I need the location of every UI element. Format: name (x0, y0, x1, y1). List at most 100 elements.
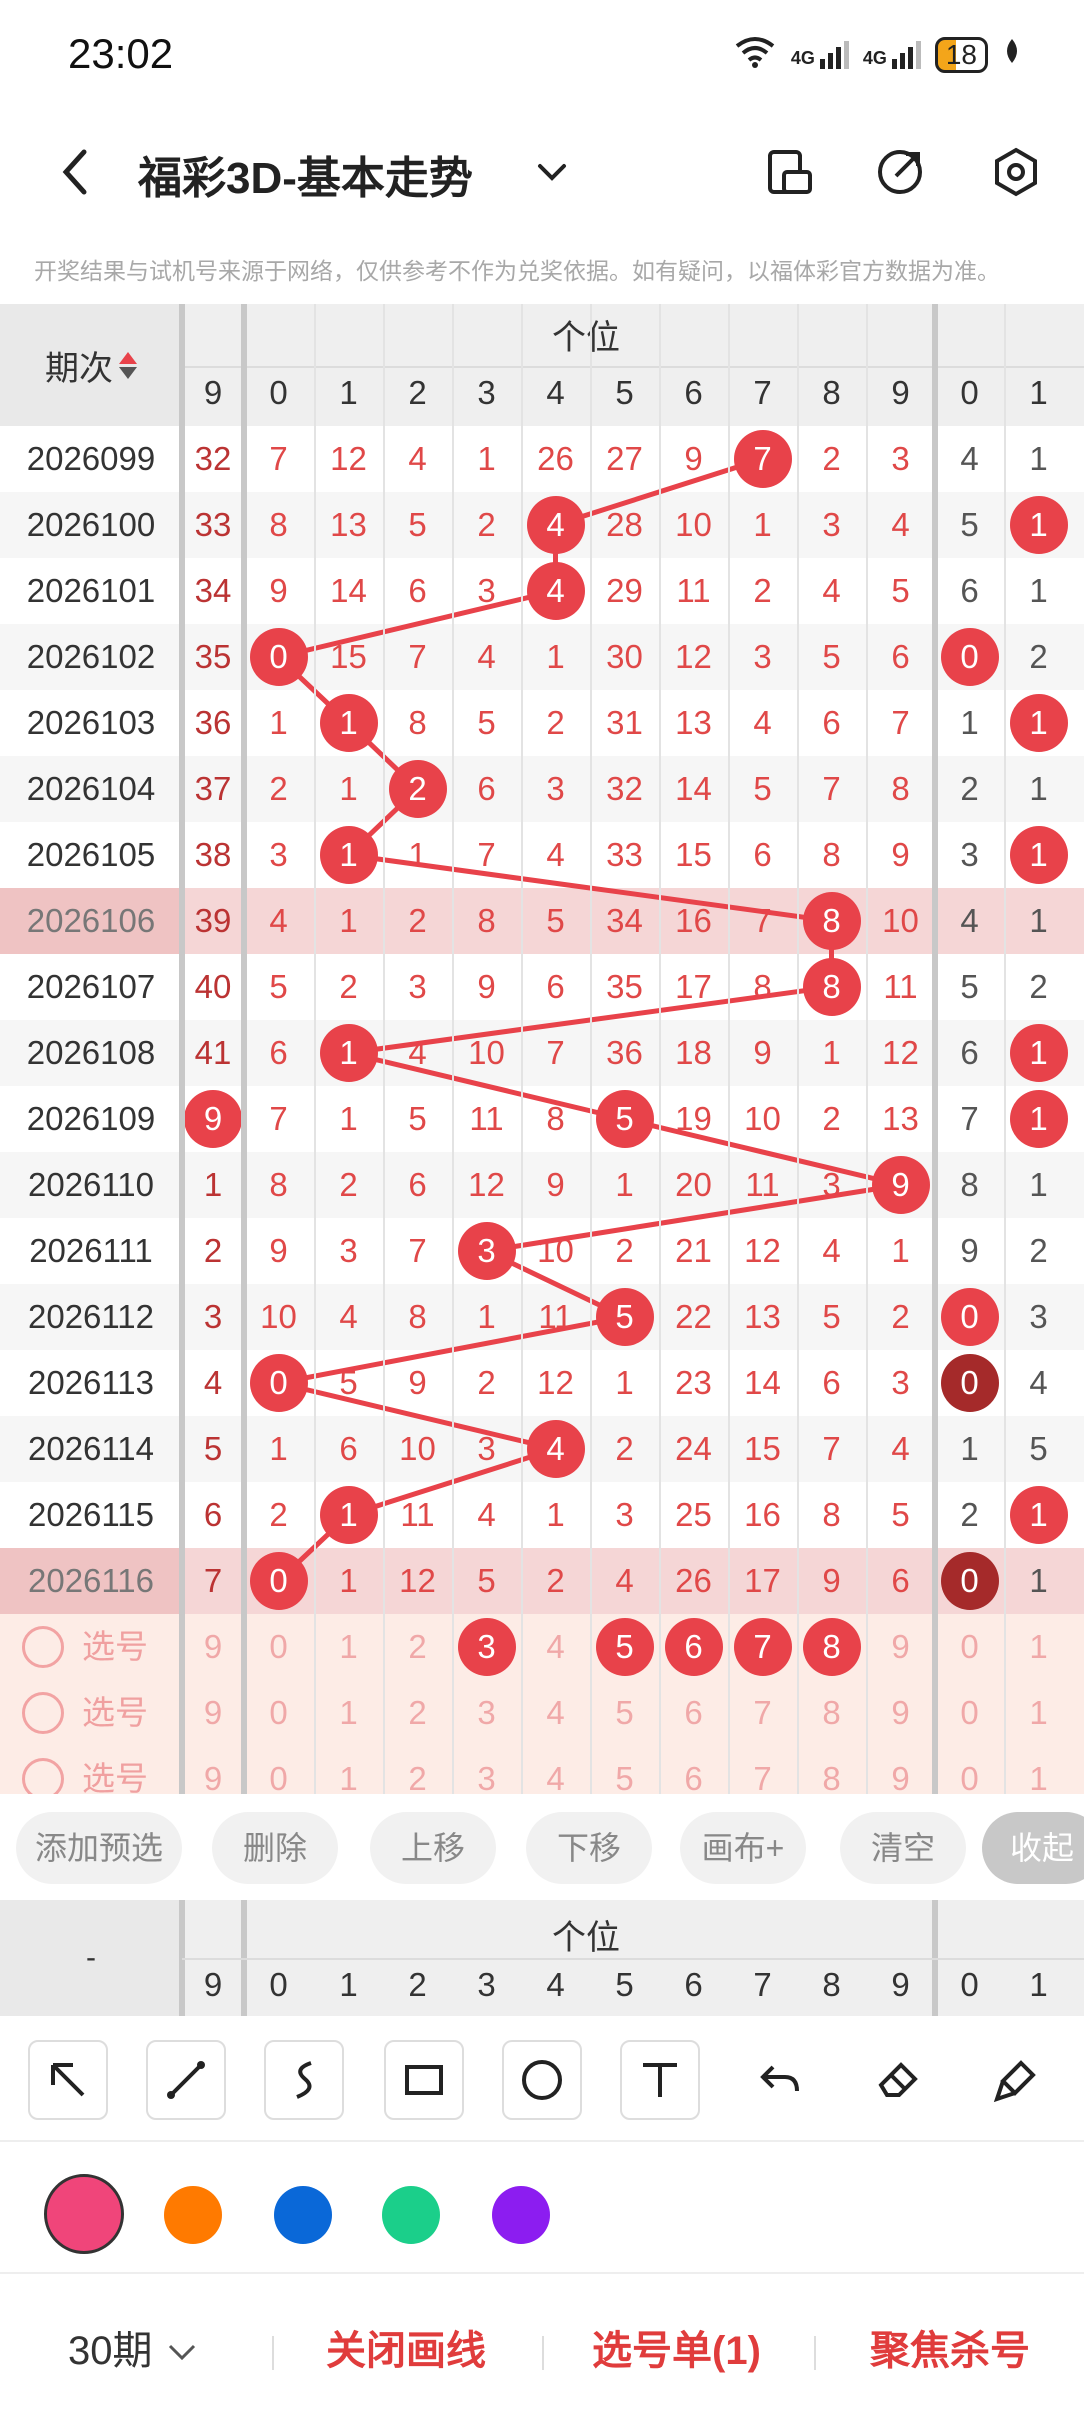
pick-cell[interactable]: 6 (659, 1746, 728, 1794)
sort-icon[interactable] (119, 351, 137, 379)
pick-cell[interactable]: 4 (521, 1680, 590, 1746)
eraser-icon[interactable] (858, 2040, 938, 2120)
pick-cell[interactable]: 1 (314, 1746, 383, 1794)
cell-value: 3 (408, 968, 427, 1005)
pick-cell[interactable]: 5 (590, 1746, 659, 1794)
pick-cell[interactable]: 3 (452, 1746, 521, 1794)
pick-cell[interactable]: 9 (866, 1680, 935, 1746)
cell-value: 3 (203, 1298, 223, 1335)
pick-cell[interactable]: 9 (866, 1614, 935, 1680)
pick-cell[interactable]: 4 (521, 1614, 590, 1680)
select-row[interactable]: 选号9012345678901 (0, 1680, 1084, 1746)
pick-cell[interactable]: 0 (244, 1614, 313, 1680)
select-radio[interactable] (22, 1758, 64, 1794)
pick-cell[interactable]: 5 (590, 1680, 659, 1746)
cell-value: 3 (615, 1496, 634, 1533)
color-swatch[interactable] (44, 2174, 124, 2254)
pick-cell[interactable]: 3 (452, 1680, 521, 1746)
pick-cell[interactable]: 1 (314, 1614, 383, 1680)
select-row[interactable]: 选号9012345678901 (0, 1746, 1084, 1794)
cell-value: 6 (960, 1034, 979, 1071)
pick-cell[interactable]: 9 (182, 1746, 244, 1794)
cell-value: 2 (1029, 968, 1048, 1005)
pick-cell[interactable]: 0 (935, 1680, 1004, 1746)
cell-value: 26 (675, 1562, 712, 1599)
rectangle-tool-icon[interactable] (384, 2040, 464, 2120)
period-number: 2026107 (26, 968, 156, 1005)
back-arrow-icon[interactable] (50, 142, 110, 202)
pick-cell[interactable]: 2 (383, 1614, 452, 1680)
color-swatch[interactable] (382, 2186, 440, 2244)
chevron-down-icon[interactable] (530, 152, 574, 192)
pick-cell[interactable]: 0 (935, 1746, 1004, 1794)
picked-ball[interactable]: 5 (595, 1618, 654, 1676)
color-swatch[interactable] (274, 2186, 332, 2244)
pick-cell[interactable]: 7 (728, 1680, 797, 1746)
pick-cell[interactable]: 7 (728, 1746, 797, 1794)
settings-gear-icon[interactable] (990, 146, 1042, 198)
cell-value: 9 (891, 836, 910, 873)
pick-list-button[interactable]: 选号单(1) (592, 2318, 761, 2376)
curve-tool-icon[interactable] (264, 2040, 344, 2120)
picked-ball[interactable]: 6 (664, 1618, 723, 1676)
period-column-header[interactable]: 期次 (0, 304, 182, 426)
select-label: 选号 (82, 1760, 148, 1794)
pick-cell[interactable]: 6 (659, 1680, 728, 1746)
pick-cell[interactable]: 0 (244, 1746, 313, 1794)
pick-cell[interactable]: 9 (182, 1614, 244, 1680)
text-tool-icon[interactable] (620, 2040, 700, 2120)
circle-tool-icon[interactable] (502, 2040, 582, 2120)
picked-ball[interactable]: 7 (733, 1618, 792, 1676)
select-radio[interactable] (22, 1692, 64, 1734)
picked-ball[interactable]: 3 (457, 1618, 516, 1676)
pick-cell[interactable]: 9 (182, 1680, 244, 1746)
period-number: 2026103 (26, 704, 156, 741)
pick-cell[interactable]: 9 (866, 1746, 935, 1794)
cell-value: 1 (1029, 440, 1048, 477)
cell-value: 3 (960, 836, 979, 873)
action-button[interactable]: 清空 (840, 1812, 966, 1884)
pick-cell[interactable]: 0 (935, 1614, 1004, 1680)
period-number: 2026102 (26, 638, 156, 675)
cell-value: 1 (339, 770, 358, 807)
pick-cell[interactable]: 1 (1004, 1680, 1073, 1746)
phone-rotate-icon[interactable] (764, 146, 816, 198)
undo-icon[interactable] (740, 2040, 820, 2120)
period-number: 2026116 (0, 1548, 182, 1614)
action-button[interactable]: 画布+ (680, 1812, 806, 1884)
page-title[interactable]: 福彩3D-基本走势 (138, 142, 473, 206)
cell-value: 5 (891, 572, 910, 609)
pick-cell[interactable]: 1 (1004, 1746, 1073, 1794)
select-radio[interactable] (22, 1626, 64, 1668)
color-swatch[interactable] (492, 2186, 550, 2244)
pick-cell[interactable]: 8 (797, 1680, 866, 1746)
pick-cell[interactable]: 4 (521, 1746, 590, 1794)
hit-ball: 1 (1009, 694, 1068, 752)
pick-cell[interactable]: 1 (314, 1680, 383, 1746)
line-tool-icon[interactable] (146, 2040, 226, 2120)
select-arrow-icon[interactable] (28, 2040, 108, 2120)
periods-select[interactable]: 30期 (68, 2318, 200, 2376)
cell-value: 13 (675, 704, 712, 741)
pick-cell[interactable]: 2 (383, 1680, 452, 1746)
action-button[interactable]: 添加预选 (16, 1812, 182, 1884)
action-button[interactable]: 上移 (370, 1812, 496, 1884)
hit-ball: 1 (319, 1486, 378, 1544)
focus-kill-button[interactable]: 聚焦杀号 (870, 2318, 1030, 2376)
pick-cell[interactable]: 8 (797, 1746, 866, 1794)
action-button[interactable]: 收起 (982, 1812, 1084, 1884)
pick-cell[interactable]: 0 (244, 1680, 313, 1746)
cell-value: 2 (339, 1166, 358, 1203)
select-row[interactable]: 选号9012345678901 (0, 1614, 1084, 1680)
action-button[interactable]: 删除 (212, 1812, 338, 1884)
cell-value: 14 (330, 572, 367, 609)
action-button[interactable]: 下移 (526, 1812, 652, 1884)
color-swatch[interactable] (164, 2186, 222, 2244)
close-draw-button[interactable]: 关闭画线 (326, 2318, 486, 2376)
clear-brush-icon[interactable] (976, 2040, 1056, 2120)
pick-cell[interactable]: 2 (383, 1746, 452, 1794)
picked-ball[interactable]: 8 (802, 1618, 861, 1676)
cell-value: 5 (960, 506, 979, 543)
share-icon[interactable] (874, 146, 926, 198)
pick-cell[interactable]: 1 (1004, 1614, 1073, 1680)
